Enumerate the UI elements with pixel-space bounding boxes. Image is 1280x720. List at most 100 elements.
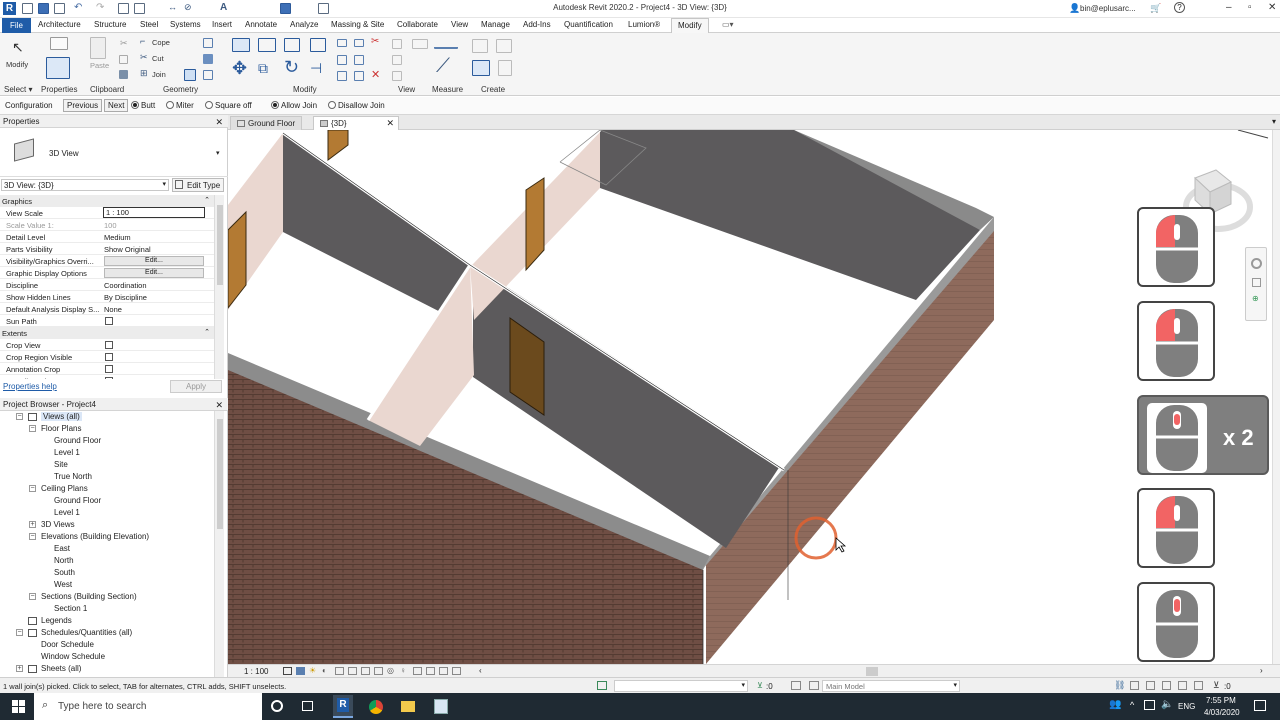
tab-manage[interactable]: Manage [481,20,510,29]
app-window-icon[interactable] [434,699,448,714]
user-icon[interactable]: 👤 [1069,3,1080,14]
pin-icon[interactable] [354,39,364,47]
property-edit-button[interactable]: Edit... [104,256,204,266]
browser-node[interactable]: Window Schedule [0,651,214,663]
butt-radio[interactable]: Butt [131,101,155,110]
paint-icon[interactable] [203,54,213,64]
property-edit-button[interactable]: Edit... [104,268,204,278]
lock-view-icon[interactable] [374,667,383,675]
property-value[interactable]: Show Original [104,245,151,254]
show-crop-icon[interactable] [361,667,370,675]
horizontal-scroll-thumb[interactable] [866,667,878,676]
copy-clipboard-icon[interactable] [119,55,128,64]
close-window-icon[interactable]: ✕ [1268,2,1276,13]
type-selector[interactable]: 3D View ▾ [0,129,228,177]
door-3[interactable] [327,130,349,161]
collapse-group-icon[interactable]: ⌃ [204,328,210,336]
instance-dropdown-icon[interactable]: ▾ [162,180,166,188]
miter-radio-dot[interactable] [166,101,174,109]
property-value[interactable]: By Discipline [104,293,147,302]
browser-node[interactable]: Level 1 [0,507,214,519]
trim-single-icon[interactable] [354,71,364,81]
allow-join-radio[interactable]: Allow Join [271,101,317,110]
mirror-pick-axis-icon[interactable] [284,38,300,52]
rotate-icon[interactable]: ↻ [284,57,299,78]
disallow-join-radio-dot[interactable] [328,101,336,109]
select-pinned-icon[interactable] [1146,681,1155,690]
browser-node[interactable]: Ground Floor [0,495,214,507]
join-button[interactable]: Join [152,70,166,79]
create-parts-icon[interactable] [496,39,512,53]
expand-toggle-icon[interactable]: − [16,629,23,636]
expand-toggle-icon[interactable]: − [29,593,36,600]
taskbar-search-box[interactable]: ⌕ Type here to search [34,693,262,720]
drag-elements-icon[interactable] [1178,681,1187,690]
browser-node[interactable]: − Elevations (Building Elevation) [0,531,214,543]
browser-node[interactable]: Legends [0,615,214,627]
apply-button[interactable]: Apply [170,380,222,393]
properties-icon[interactable] [46,57,70,79]
browser-node[interactable]: Site [0,459,214,471]
offset-icon[interactable] [258,38,276,52]
expand-toggle-icon[interactable]: − [29,485,36,492]
crop-view-icon[interactable] [348,667,357,675]
network-icon[interactable] [1144,700,1155,710]
clock-date[interactable]: 4/03/2020 [1204,708,1240,717]
split-element-icon[interactable] [337,39,347,47]
cut-clipboard-icon[interactable]: ✂ [120,38,128,49]
browser-node[interactable]: − Ceiling Plans [0,483,214,495]
tab-quantification[interactable]: Quantification [564,20,613,29]
butt-radio-dot[interactable] [131,101,139,109]
property-value[interactable]: Medium [104,233,131,242]
dimension-icon[interactable]: ⟋ [436,55,450,78]
task-view-icon[interactable] [302,701,313,711]
3d-viewport[interactable]: ⊕ x 2 [228,130,1272,664]
modify-button[interactable]: Modify [6,60,28,69]
tab-collaborate[interactable]: Collaborate [397,20,438,29]
browser-node[interactable]: − Views (all) [0,411,214,423]
detail-level-icon[interactable] [283,667,292,675]
clock-time[interactable]: 7:55 PM [1206,696,1236,705]
copy-icon[interactable]: ⧉ [258,60,268,77]
interior-back-wall[interactable] [600,130,980,300]
door-2[interactable] [525,177,545,272]
cart-icon[interactable]: 🛒 [1150,3,1161,14]
move-icon[interactable]: ✥ [232,58,247,79]
expand-toggle-icon[interactable]: − [29,425,36,432]
browser-node[interactable]: − Schedules/Quantities (all) [0,627,214,639]
browser-node[interactable]: Level 1 [0,447,214,459]
collapse-group-icon[interactable]: ⌃ [204,196,210,204]
browser-node[interactable]: +3D Views [0,519,214,531]
people-icon[interactable]: 👥 [1109,699,1121,710]
tab-structure[interactable]: Structure [94,20,126,29]
maximize-icon[interactable]: ▫ [1248,2,1252,13]
paste-icon[interactable] [90,37,106,59]
browser-node[interactable]: Ground Floor [0,435,214,447]
align-icon[interactable] [232,38,250,52]
design-option-icon[interactable] [809,681,819,690]
status-filter-icon[interactable]: ⊻ [1213,680,1220,691]
miter-radio[interactable]: Miter [166,101,194,110]
split-face-icon[interactable] [203,38,213,48]
tab-modify[interactable]: Modify [671,18,709,33]
disallow-join-radio[interactable]: Disallow Join [328,101,385,110]
steering-wheel-icon[interactable] [1251,258,1262,269]
worksets-icon[interactable] [597,681,607,690]
select-by-face-icon[interactable] [1162,681,1171,690]
notifications-icon[interactable] [1254,700,1266,711]
select-underlay-icon[interactable] [1130,681,1139,690]
user-account[interactable]: bin@eplusarc... [1080,4,1136,13]
zoom-region-icon[interactable] [1252,278,1261,287]
help-icon[interactable]: ? [1174,2,1185,13]
visual-style-icon[interactable] [296,667,305,675]
unpin-icon[interactable] [354,55,364,65]
property-group-header[interactable]: Extents ⌃ [0,327,214,339]
sun-path-icon[interactable]: ☀ [309,666,316,675]
editing-requests-icon[interactable] [791,681,801,690]
array-icon[interactable] [337,55,347,65]
measure-between-icon[interactable] [434,39,458,49]
tab-annotate[interactable]: Annotate [245,20,277,29]
property-value[interactable]: None [104,305,122,314]
tabs-dropdown-icon[interactable]: ▾ [1272,117,1276,126]
file-explorer-icon[interactable] [401,701,415,712]
